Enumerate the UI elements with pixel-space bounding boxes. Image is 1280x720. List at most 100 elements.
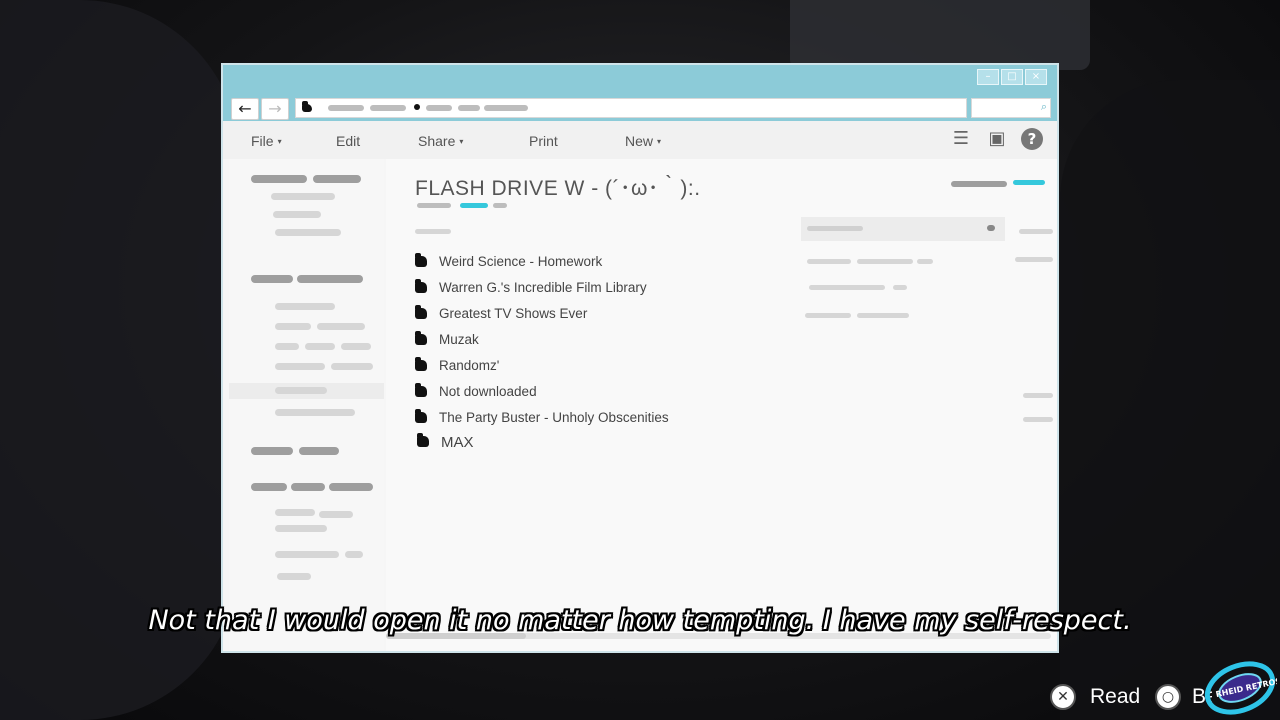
list-view-icon[interactable]: ☰ [949,127,973,151]
close-button[interactable]: × [1025,69,1047,85]
menu-file[interactable]: File ▾ [251,133,282,149]
menu-share[interactable]: Share ▾ [418,133,463,149]
dialogue-subtitle: Not that I would open it no matter how t… [148,605,1132,636]
details-line [857,313,909,318]
details-header[interactable] [801,217,1005,241]
nav-item[interactable] [271,193,335,200]
panel-icon[interactable]: ▣ [985,127,1009,151]
folder-name: Greatest TV Shows Ever [439,306,588,321]
nav-item[interactable] [275,363,325,370]
chevron-down-icon: ▾ [277,137,282,146]
window-controls: – □ × [977,69,1047,85]
path-segment [370,105,406,111]
header-link[interactable] [951,181,1007,187]
nav-item[interactable] [275,409,355,416]
folder-name: MAX [441,434,474,451]
nav-item[interactable] [275,551,339,558]
folder-icon [415,279,427,293]
details-line [807,259,851,264]
path-separator [414,104,420,110]
menu-share-label: Share [418,133,456,149]
menu-file-label: File [251,133,274,149]
back-arrow-icon[interactable]: ← [231,98,259,120]
nav-item[interactable] [275,229,341,236]
nav-item[interactable] [275,323,311,330]
path-segment [426,105,452,111]
nav-item[interactable] [341,343,371,350]
search-input[interactable]: ⌕ [971,98,1051,118]
nav-item[interactable] [305,343,335,350]
nav-group-heading [299,447,339,455]
details-line [1023,417,1053,422]
title-underline [493,203,507,208]
folder-name: The Party Buster - Unholy Obscenities [439,410,669,425]
help-icon[interactable]: ? [1021,128,1043,150]
nav-group-heading [251,175,307,183]
nav-item[interactable] [273,211,321,218]
folder-icon [415,253,427,267]
folder-icon [417,433,429,447]
nav-item[interactable] [319,511,353,518]
details-line [1015,257,1053,262]
folder-name: Randomz' [439,358,500,373]
folder-icon [415,409,427,423]
channel-logo: RHEID RETROSPECT [1204,661,1277,715]
details-line [1019,229,1053,234]
path-segment [458,105,480,111]
folder-name: Muzak [439,332,479,347]
title-bar: – □ × [223,65,1057,95]
chevron-down-icon: ▾ [459,137,464,146]
minimize-button[interactable]: – [977,69,999,85]
nav-group-heading [313,175,361,183]
folder-icon [415,331,427,345]
maximize-button[interactable]: □ [1001,69,1023,85]
navigation-pane [229,159,384,651]
details-line [857,259,913,264]
address-field[interactable] [295,98,967,118]
nav-item[interactable] [275,525,327,532]
search-icon: ⌕ [1040,100,1047,113]
cross-button-icon[interactable]: ✕ [1050,684,1076,710]
menu-new[interactable]: New ▾ [625,133,661,149]
nav-group-heading [329,483,373,491]
page-title: FLASH DRIVE W - (´･ω･｀):. [415,177,701,200]
nav-item[interactable] [331,363,373,370]
nav-item[interactable] [275,303,335,310]
details-line [809,285,885,290]
nav-item[interactable] [345,551,363,558]
path-segment [484,105,528,111]
details-line [1023,393,1053,398]
nav-group-heading [297,275,363,283]
drive-folder-icon [302,101,312,112]
folder-icon [415,305,427,319]
nav-group-heading [251,447,293,455]
nav-group-heading [251,483,287,491]
forward-arrow-icon[interactable]: → [261,98,289,120]
read-prompt[interactable]: Read [1090,685,1140,709]
folder-name: Warren G.'s Incredible Film Library [439,280,647,295]
nav-item[interactable] [275,509,315,516]
details-label [807,226,863,231]
menu-edit[interactable]: Edit [336,133,360,149]
menu-new-label: New [625,133,654,149]
details-line [893,285,907,290]
nav-item [275,387,327,394]
menu-print[interactable]: Print [529,133,558,149]
nav-group-heading [251,275,293,283]
nav-item-selected[interactable] [229,383,384,399]
column-header[interactable] [415,229,451,234]
address-bar: ← → ⌕ [223,95,1057,121]
title-accent [460,203,488,208]
nav-item[interactable] [317,323,365,330]
details-line [805,313,851,318]
circle-button-icon[interactable]: ○ [1155,684,1181,710]
title-underline [417,203,451,208]
folder-icon [415,357,427,371]
nav-item[interactable] [275,343,299,350]
file-explorer-window: – □ × ← → ⌕ File ▾ Edit Share ▾ Print Ne… [221,63,1059,653]
chevron-down-icon: ▾ [657,137,662,146]
header-accent [1013,180,1045,185]
details-line [917,259,933,264]
background-monitor [790,0,1090,70]
nav-item[interactable] [277,573,311,580]
